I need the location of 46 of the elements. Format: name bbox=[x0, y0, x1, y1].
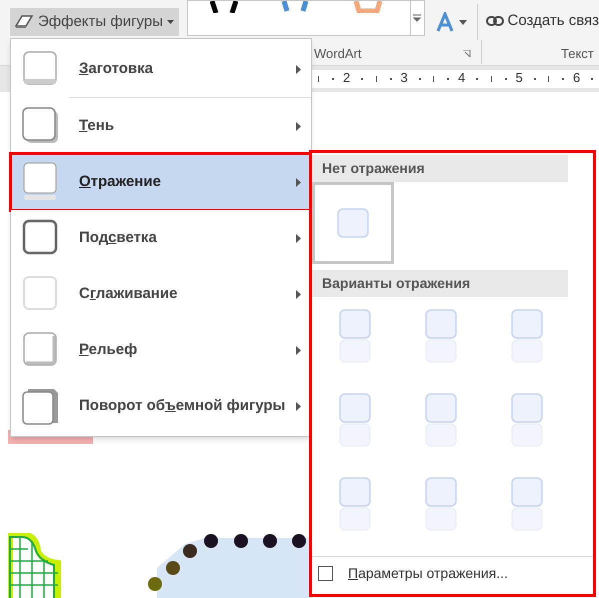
ruler-number: 5 bbox=[516, 71, 523, 84]
caret-icon bbox=[167, 20, 174, 24]
effect-preview-icon bbox=[21, 386, 61, 426]
reflection-thumbnail-icon bbox=[424, 392, 458, 448]
menu-item[interactable]: Заготовка bbox=[11, 41, 311, 97]
section-header: Варианты отражения bbox=[312, 270, 568, 297]
menu-item[interactable]: Отражение bbox=[11, 154, 311, 210]
checkbox[interactable] bbox=[318, 566, 333, 581]
effect-preview-icon bbox=[21, 106, 61, 146]
submenu-arrow-icon bbox=[296, 122, 301, 130]
reflection-thumbnail-icon bbox=[338, 476, 372, 532]
ruler-number: 6 bbox=[573, 71, 580, 84]
submenu-arrow-icon bbox=[296, 64, 301, 74]
group-label: WordArt bbox=[314, 45, 362, 63]
ruler-number: 4 bbox=[458, 71, 466, 84]
ruler-number: 3 bbox=[400, 71, 408, 84]
reflection-thumbnail-icon bbox=[424, 308, 458, 364]
section-header: Нет отражения bbox=[312, 155, 568, 182]
reflection-thumbnail-icon bbox=[510, 392, 544, 448]
submenu-arrow-icon bbox=[296, 290, 301, 298]
create-link-button[interactable]: Создать связ bbox=[486, 10, 599, 32]
reflection-thumbnail-icon bbox=[338, 308, 372, 364]
submenu-arrow-icon bbox=[296, 346, 301, 354]
shape-effects-icon bbox=[14, 14, 34, 30]
wordart-style-icon[interactable] bbox=[210, 1, 238, 13]
gallery-scroll-button[interactable] bbox=[410, 1, 424, 35]
submenu-arrow-icon bbox=[296, 234, 301, 242]
reflection-thumbnail-icon bbox=[338, 392, 372, 448]
reflection-thumbnail-icon bbox=[424, 476, 458, 532]
ruler-number: 2 bbox=[343, 71, 350, 84]
submenu-arrow-icon bbox=[296, 402, 301, 410]
shape-thumbnail-icon bbox=[336, 207, 370, 239]
link-icon bbox=[486, 16, 504, 26]
reflection-options-link[interactable]: Параметры отражения... bbox=[348, 563, 508, 584]
reflection-thumbnail-icon bbox=[510, 476, 544, 532]
text-fill-button[interactable] bbox=[434, 10, 467, 34]
letter-a-icon bbox=[434, 12, 455, 32]
reflection-option[interactable] bbox=[312, 182, 394, 264]
reflection-thumbnail-icon bbox=[510, 308, 544, 364]
group-label: Текст bbox=[561, 45, 594, 63]
more-icon bbox=[413, 14, 422, 22]
caret-icon bbox=[458, 20, 467, 24]
submenu-arrow-icon bbox=[296, 178, 301, 186]
menu-item[interactable]: Тень bbox=[11, 98, 311, 154]
dialog-launcher-icon[interactable] bbox=[463, 50, 471, 58]
shape-effects-button[interactable]: Эффекты фигуры bbox=[10, 8, 179, 36]
